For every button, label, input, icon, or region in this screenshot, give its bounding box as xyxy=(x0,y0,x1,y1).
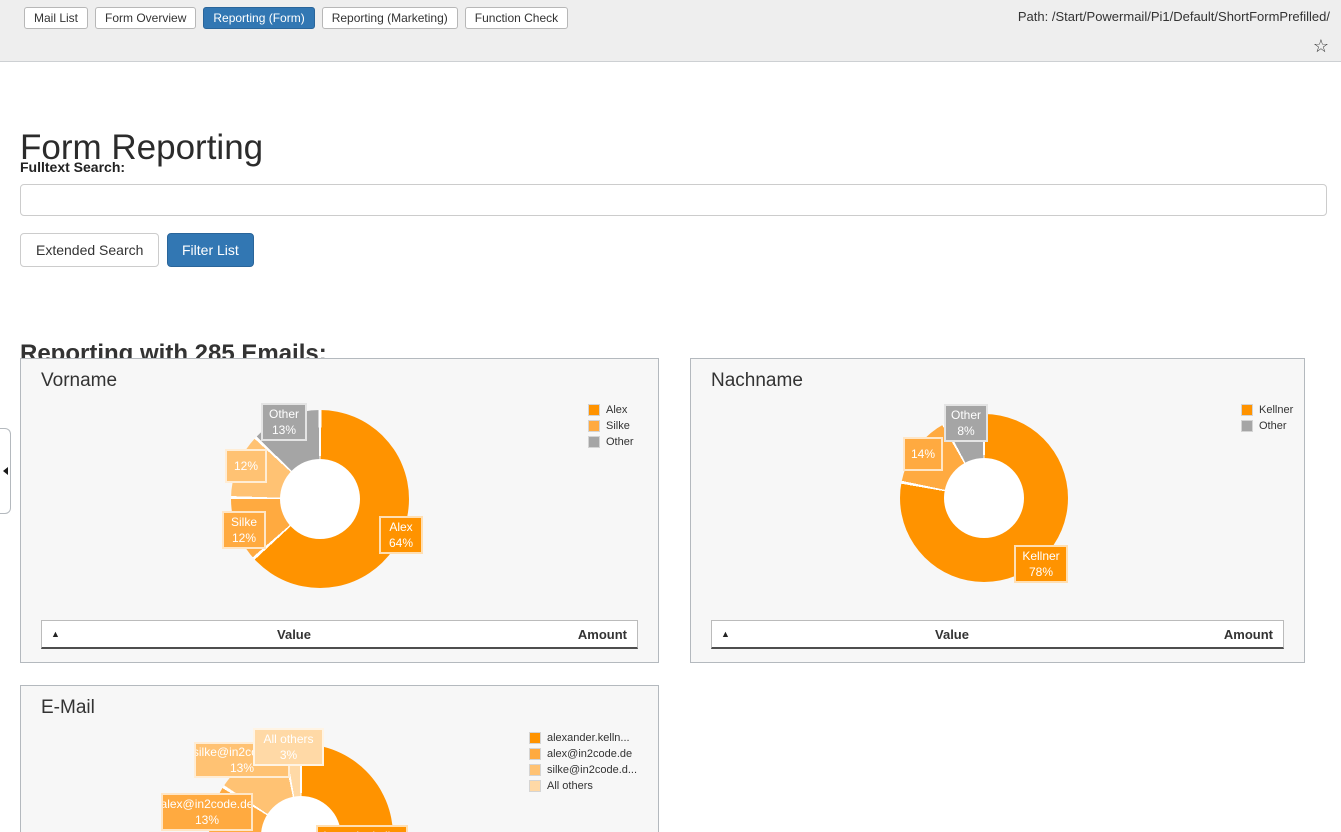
legend-item: Alex xyxy=(588,403,634,416)
filter-list-button[interactable]: Filter List xyxy=(167,233,254,267)
slice-callout: Kellner78% xyxy=(1014,545,1068,583)
legend-label: Other xyxy=(1259,420,1287,432)
result-table-header: ▲ Value Amount xyxy=(711,620,1284,649)
extended-search-button[interactable]: Extended Search xyxy=(20,233,159,267)
legend-item: All others xyxy=(529,779,637,792)
collapse-nav-handle[interactable] xyxy=(0,428,11,514)
column-header-amount[interactable]: Amount xyxy=(1153,627,1283,642)
doc-header: Mail List Form Overview Reporting (Form)… xyxy=(0,0,1341,62)
bookmark-star-icon[interactable]: ☆ xyxy=(1313,36,1329,56)
chart-title: E-Mail xyxy=(41,697,95,719)
column-header-value[interactable]: Value xyxy=(81,627,507,642)
chart-legend: Kellner Other xyxy=(1241,403,1293,432)
legend-item: alex@in2code.de xyxy=(529,747,637,760)
legend-label: Silke xyxy=(606,420,630,432)
column-header-amount[interactable]: Amount xyxy=(507,627,637,642)
tab-reporting-marketing[interactable]: Reporting (Marketing) xyxy=(322,7,458,29)
tab-function-check[interactable]: Function Check xyxy=(465,7,568,29)
legend-label: silke@in2code.d... xyxy=(547,764,637,776)
module-tabs: Mail List Form Overview Reporting (Form)… xyxy=(24,7,568,29)
legend-swatch xyxy=(529,780,541,792)
chart-panel-vorname: Vorname Other13% 12% Silke12% Alex64% Al… xyxy=(20,358,659,663)
slice-callout: Silke12% xyxy=(222,511,266,549)
legend-label: Other xyxy=(606,436,634,448)
legend-item: Kellner xyxy=(1241,403,1293,416)
slice-callout: alex@in2code.de13% xyxy=(161,793,253,831)
legend-swatch xyxy=(1241,404,1253,416)
chart-panel-nachname: Nachname Other8% 14% Kellner78% Kellner O… xyxy=(690,358,1305,663)
slice-callout: Alex64% xyxy=(379,516,423,554)
legend-swatch xyxy=(588,420,600,432)
tab-reporting-form[interactable]: Reporting (Form) xyxy=(203,7,314,29)
slice-callout: 12% xyxy=(225,449,267,483)
legend-label: Alex xyxy=(606,404,627,416)
legend-swatch xyxy=(529,764,541,776)
slice-callout: Other8% xyxy=(944,404,988,442)
slice-callout: 14% xyxy=(903,437,943,471)
tab-form-overview[interactable]: Form Overview xyxy=(95,7,196,29)
chart-legend: Alex Silke Other xyxy=(588,403,634,448)
slice-callout: Other13% xyxy=(261,403,307,441)
fulltext-search-input[interactable] xyxy=(20,184,1327,216)
legend-swatch xyxy=(588,436,600,448)
tab-mail-list[interactable]: Mail List xyxy=(24,7,88,29)
column-header-value[interactable]: Value xyxy=(751,627,1153,642)
legend-label: alexander.kelln... xyxy=(547,732,630,744)
legend-swatch xyxy=(529,748,541,760)
donut-hole xyxy=(280,459,360,539)
chart-legend: alexander.kelln... alex@in2code.de silke@i… xyxy=(529,731,637,792)
powermail-reporting-module: Mail List Form Overview Reporting (Form)… xyxy=(0,0,1341,832)
legend-swatch xyxy=(1241,420,1253,432)
chevron-left-icon xyxy=(3,467,8,475)
slice-callout: alexander.kelln...71% xyxy=(316,825,408,832)
donut-hole xyxy=(944,458,1024,538)
legend-swatch xyxy=(588,404,600,416)
legend-item: Silke xyxy=(588,419,634,432)
chart-panel-email: E-Mail silke@in2code.d...13% All others3… xyxy=(20,685,659,832)
chart-title: Vorname xyxy=(41,370,117,392)
sort-arrow-icon[interactable]: ▲ xyxy=(42,629,81,639)
chart-title: Nachname xyxy=(711,370,803,392)
result-table-header: ▲ Value Amount xyxy=(41,620,638,649)
page-path: Path: /Start/Powermail/Pi1/Default/Short… xyxy=(1018,9,1330,24)
donut-chart-vorname xyxy=(231,410,409,588)
sort-arrow-icon[interactable]: ▲ xyxy=(712,629,751,639)
fulltext-search-label: Fulltext Search: xyxy=(20,159,125,175)
legend-label: alex@in2code.de xyxy=(547,748,632,760)
legend-swatch xyxy=(529,732,541,744)
legend-item: alexander.kelln... xyxy=(529,731,637,744)
legend-label: All others xyxy=(547,780,593,792)
slice-callout: All others3% xyxy=(253,728,324,766)
legend-item: silke@in2code.d... xyxy=(529,763,637,776)
legend-label: Kellner xyxy=(1259,404,1293,416)
legend-item: Other xyxy=(588,435,634,448)
legend-item: Other xyxy=(1241,419,1293,432)
